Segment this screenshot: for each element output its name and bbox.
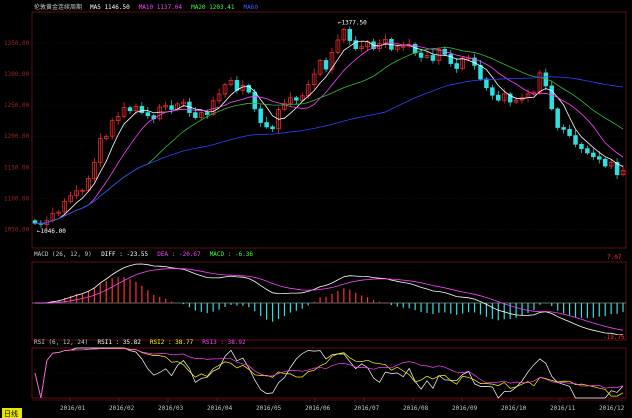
rsi-legend-item: RSI2 : 38.77 [150,339,194,346]
candle-body [139,106,145,113]
month-tick-label: 2016/09 [452,405,478,412]
month-tick-label: 2016/03 [158,405,184,412]
price-tick-label: 1100.00 [4,195,30,202]
macd-legend-item: MACD : -6.36 [210,251,254,258]
rsi-legend: RSI (6, 12, 24) RSI1 : 35.82 RSI2 : 38.77 R… [34,339,246,346]
ma10-line [34,42,624,225]
month-tick-label: 2016/08 [403,405,429,412]
price-tick-label: 1150.00 [4,164,30,171]
rsi-legend-item: RSI3 : 38.92 [202,339,246,346]
candle-body [484,78,489,89]
candle-body [597,156,602,160]
rsi-24-line [34,348,624,399]
candle-body [454,63,459,69]
price-legend: MA5 1146.50 MA10 1137.04 MA20 1203.41 MA60 [90,4,258,11]
candle-body [323,60,329,70]
rsi-legend-item: RSI1 : 35.82 [98,339,142,346]
ma60-line [34,76,624,225]
candle-body [252,91,258,110]
candle-body [555,108,560,128]
price-tick-label: 1250.00 [4,102,30,109]
candle-body [567,129,572,136]
legend-item-ma20: MA20 1203.41 [191,4,235,11]
candle-body [478,65,483,80]
rsi-legend-item: RSI (6, 12, 24) [34,339,88,346]
candle-body [549,85,555,110]
candle-body [204,112,210,115]
legend-item-ma10: MA10 1137.04 [139,4,183,11]
month-axis: 2016/01 2016/02 2016/03 2016/04 2016/05 2016/… [32,398,626,412]
price-tick-label: 1200.00 [4,133,30,140]
price-tick-label: 1350.00 [4,40,30,47]
macd-legend: MACD (26, 12, 9) DIFF : -23.55 DEA : -20.6… [34,251,253,258]
instrument-name: 伦敦黄金连续 [34,3,70,11]
chart-canvas: 伦敦黄金连续 周期 MA5 1146.50 MA10 1137.04 MA20 12… [2,3,627,418]
month-tick-label: 2016/01 [60,405,86,412]
diff-line [34,263,624,336]
candle-body [418,52,424,58]
candle-body [347,29,353,41]
candle-body [573,135,578,145]
macd-legend-item: DEA : -20.67 [157,251,201,258]
price-tick-label: 1300.00 [4,71,30,78]
macd-legend-item: DIFF : -23.55 [101,251,148,258]
candle-body [32,220,38,224]
candle-body [169,105,174,110]
low-label: ←1046.00 [37,228,66,235]
dea-line [35,268,624,331]
high-label: ←1377.50 [338,19,367,26]
panel-border [31,261,627,341]
candle-body [258,108,263,123]
candle-body [496,94,501,101]
daily-period-button-label[interactable]: 日线 [4,409,18,418]
candle-body [448,53,454,64]
month-tick-label: 2016/11 [550,405,576,412]
candle-body [430,55,436,61]
ma-lines [34,40,624,225]
rsi-panel [32,347,626,399]
macd-legend-item: MACD (26, 12, 9) [34,251,92,258]
candle-body [294,97,299,101]
candle-body [234,79,240,91]
legend-item-ma60: MA60 [244,4,259,11]
candle-body [127,107,133,112]
macd-tag-top: 7.07 [607,254,622,261]
candle-body [264,122,269,128]
month-tick-label: 2016/06 [305,405,331,412]
price-tick-label: 1050.00 [4,226,30,233]
month-tick-label: 2016/05 [256,405,282,412]
month-tick-label: 2016/12 [599,405,625,412]
ma20-line [34,46,624,225]
macd-tag-bottom: -19.75 [603,334,625,341]
candle-body [270,126,275,130]
month-tick-label: 2016/02 [109,405,135,412]
month-tick-label: 2016/07 [354,405,380,412]
period-label: 周期 [70,3,82,11]
legend-item-ma5: MA5 1146.50 [90,4,130,11]
candle-body [602,158,608,167]
candle-body [490,87,495,96]
candle-body [193,112,198,118]
macd-panel [34,263,624,336]
candle-body [579,143,584,149]
ma5-line [34,40,624,225]
candle-body [591,152,596,158]
candle-body [585,148,590,154]
month-tick-label: 2016/10 [501,405,527,412]
candle-body [145,112,151,117]
candle-body [561,127,566,130]
month-tick-label: 2016/04 [207,405,233,412]
